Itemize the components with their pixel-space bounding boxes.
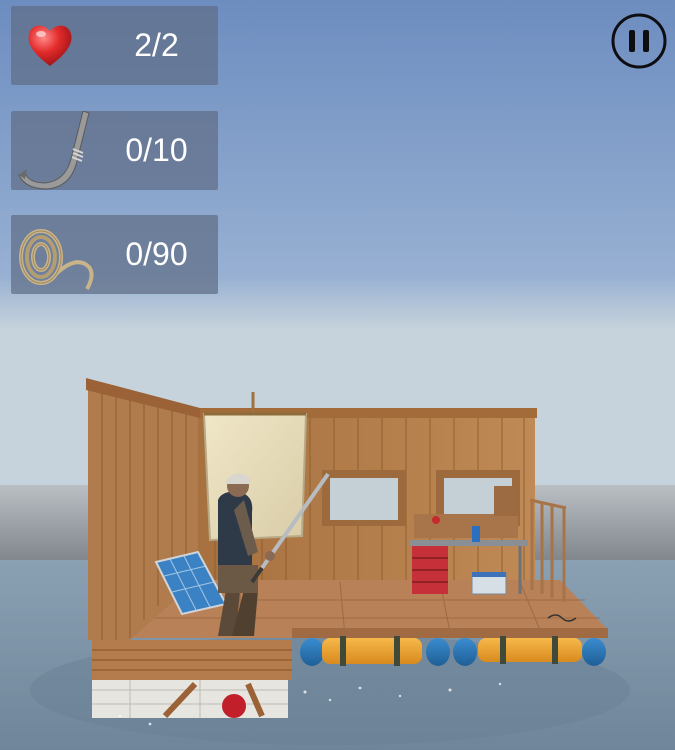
pause-icon xyxy=(611,13,667,69)
health-panel: 2/2 xyxy=(11,6,218,85)
hooks-panel: 0/10 xyxy=(11,111,218,190)
rope-counter: 0/90 xyxy=(125,236,188,272)
fishing-hook-icon xyxy=(18,111,90,190)
health-counter: 2/2 xyxy=(134,27,179,63)
heart-icon xyxy=(28,25,72,66)
rope-panel: 0/90 xyxy=(11,215,218,294)
rope-coil-icon xyxy=(19,229,94,290)
pause-button[interactable] xyxy=(611,13,667,69)
hooks-counter: 0/10 xyxy=(125,132,188,168)
